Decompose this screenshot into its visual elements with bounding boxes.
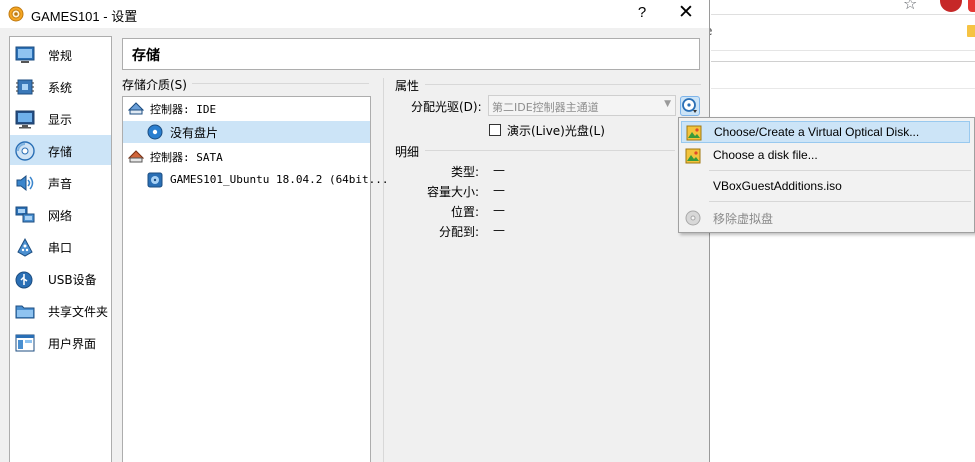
settings-dialog: GAMES101 - 设置 ? ✕ 常规 系统 显示 存储 声音 网络 串口 U…	[0, 0, 710, 462]
chevron-down-icon: ▼	[664, 99, 671, 109]
detail-key-attached-to: 分配到:	[438, 225, 479, 239]
general-icon	[14, 44, 36, 66]
sidebar-item-label: USB设备	[48, 273, 97, 287]
sata-controller-icon	[127, 148, 145, 164]
sidebar-item-serial-port[interactable]: 串口	[10, 231, 111, 261]
divider	[425, 150, 675, 151]
sidebar-item-label: 网络	[48, 209, 73, 223]
title-bar[interactable]: GAMES101 - 设置 ? ✕	[0, 0, 709, 28]
ide-controller-icon	[127, 100, 145, 116]
disk-file-icon	[685, 148, 701, 164]
page-title: 存储	[132, 48, 160, 64]
choose-disk-button[interactable]	[680, 96, 700, 116]
sidebar-item-label: 系统	[48, 81, 73, 95]
tree-item-empty-optical-drive[interactable]: 没有盘片	[123, 121, 370, 143]
remove-disk-icon	[685, 210, 701, 226]
divider	[711, 14, 975, 15]
close-button[interactable]: ✕	[675, 3, 697, 25]
storage-tree[interactable]: 控制器: IDE 没有盘片 控制器: SATA GAMES101_Ubuntu …	[122, 96, 389, 462]
details-label: 明细	[395, 145, 420, 159]
user-interface-icon	[14, 332, 36, 354]
empty-optical-disk-icon	[147, 124, 163, 140]
detail-value-type: —	[493, 163, 505, 177]
detail-value-size: —	[493, 183, 505, 197]
sidebar-item-shared-folders[interactable]: 共享文件夹	[10, 295, 111, 325]
sidebar-item-label: 常规	[48, 49, 73, 63]
sidebar-item-user-interface[interactable]: 用户界面	[10, 327, 111, 357]
sidebar-item-storage[interactable]: 存储	[10, 135, 111, 165]
detail-key-size: 容量大小:	[426, 185, 479, 199]
network-icon	[14, 204, 36, 226]
shared-folder-icon	[14, 300, 36, 322]
help-button[interactable]: ?	[632, 3, 652, 23]
speaker-icon	[14, 172, 36, 194]
tree-item-ide-controller[interactable]: 控制器: IDE	[123, 97, 370, 119]
tree-item-sata-controller[interactable]: 控制器: SATA	[123, 145, 370, 167]
sidebar-item-display[interactable]: 显示	[10, 103, 111, 133]
detail-key-location: 位置:	[450, 205, 479, 219]
attributes-label: 属性	[395, 79, 420, 93]
menu-item-vbox-guest-additions[interactable]: VBoxGuestAdditions.iso	[681, 176, 970, 198]
sidebar-item-label: 声音	[48, 177, 73, 191]
sidebar-item-usb[interactable]: USB设备	[10, 263, 111, 293]
tree-item-hard-disk[interactable]: GAMES101_Ubuntu 18.04.2 (64bit...	[123, 169, 389, 191]
settings-sidebar: 常规 系统 显示 存储 声音 网络 串口 USB设备 共享文件夹 用户界面	[9, 36, 112, 462]
tree-item-label: 控制器: SATA	[150, 151, 223, 164]
monitor-icon	[14, 108, 36, 130]
sidebar-item-audio[interactable]: 声音	[10, 167, 111, 197]
detail-key-type: 类型:	[450, 165, 479, 179]
optical-drive-value: 第二IDE控制器主通道	[492, 101, 599, 114]
window-title: GAMES101 - 设置	[31, 9, 138, 24]
optical-drive-label: 分配光驱(D):	[411, 100, 482, 114]
optical-drive-select[interactable]: 第二IDE控制器主通道 ▼	[488, 95, 676, 116]
live-cd-checkbox[interactable]	[489, 124, 501, 136]
gear-icon	[8, 6, 24, 22]
tree-item-label: GAMES101_Ubuntu 18.04.2 (64bit...	[170, 173, 389, 186]
menu-separator	[709, 170, 971, 171]
browser-profile-icon[interactable]	[968, 0, 975, 12]
sidebar-item-label: 串口	[48, 241, 73, 255]
menu-item-label: VBoxGuestAdditions.iso	[713, 179, 842, 193]
sidebar-item-general[interactable]: 常规	[10, 39, 111, 69]
usb-icon	[14, 268, 36, 290]
sidebar-item-label: 用户界面	[48, 337, 97, 351]
divider	[711, 61, 975, 62]
divider	[711, 50, 975, 51]
sidebar-item-network[interactable]: 网络	[10, 199, 111, 229]
optical-disk-menu-icon	[682, 98, 697, 113]
menu-item-choose-create-virtual-optical-disk[interactable]: Choose/Create a Virtual Optical Disk...	[681, 121, 970, 143]
sidebar-item-label: 共享文件夹	[48, 305, 109, 319]
serial-port-icon	[14, 236, 36, 258]
divider	[192, 83, 369, 84]
choose-disk-icon	[686, 125, 702, 141]
sidebar-item-label: 存储	[48, 145, 73, 159]
bookmark-star-icon[interactable]: ☆	[903, 0, 917, 13]
tree-item-label: 没有盘片	[170, 126, 219, 140]
live-cd-label[interactable]: 演示(Live)光盘(L)	[507, 122, 605, 139]
panel-splitter[interactable]	[383, 78, 384, 462]
menu-item-choose-disk-file[interactable]: Choose a disk file...	[681, 145, 970, 167]
sidebar-item-system[interactable]: 系统	[10, 71, 111, 101]
menu-item-label: Choose a disk file...	[713, 148, 818, 162]
browser-toolbar	[711, 0, 975, 14]
tree-item-label: 控制器: IDE	[150, 103, 217, 116]
menu-item-remove-disk: 移除虚拟盘	[681, 207, 970, 229]
optical-disk-menu: Choose/Create a Virtual Optical Disk... …	[678, 117, 975, 233]
divider	[425, 84, 701, 85]
storage-devices-label: 存储介质(S)	[122, 78, 187, 92]
detail-value-attached-to: —	[493, 223, 505, 237]
sidebar-item-label: 显示	[48, 113, 73, 127]
detail-value-location: —	[493, 203, 505, 217]
system-chip-icon	[14, 76, 36, 98]
menu-item-label: 移除虚拟盘	[713, 212, 774, 226]
bookmark-folder-icon[interactable]	[967, 25, 975, 37]
hard-disk-icon	[147, 172, 163, 188]
menu-separator	[709, 201, 971, 202]
section-header: 存储	[122, 38, 700, 70]
menu-item-label: Choose/Create a Virtual Optical Disk...	[714, 125, 920, 139]
divider	[711, 88, 975, 89]
storage-disk-icon	[14, 140, 36, 162]
